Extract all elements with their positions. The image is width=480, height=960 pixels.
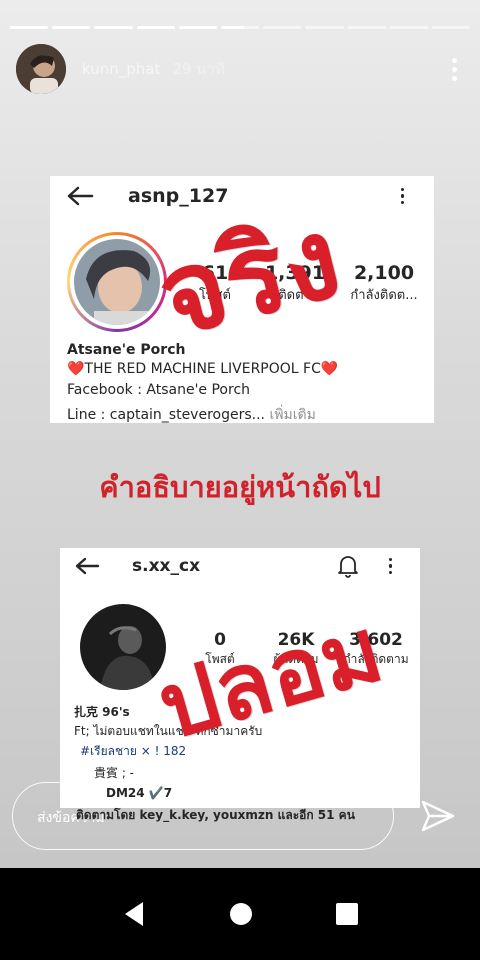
stat-following: 2,100 กำลังติดต... [350,262,418,303]
story-viewer[interactable]: kunn_phat 29 นาที asnp_127 61 โพสต์ 1,39… [0,0,480,868]
progress-segment [263,26,302,29]
story-progress-bar [10,26,471,29]
progress-segment [178,26,217,29]
more-options-icon[interactable] [444,57,464,81]
story-username[interactable]: kunn_phat [82,60,160,78]
profile-name: 扎克 96's [74,705,130,719]
more-options-icon [400,187,404,205]
progress-segment [94,26,133,29]
progress-segment [10,26,49,29]
profile-bio-line: Line : captain_steverogers... เพิ่มเติม [67,404,316,426]
back-icon[interactable] [121,900,147,928]
profile-bio-text: Line : captain_steverogers... [67,407,265,423]
followed-by-text: ติดตามโดย key_k.key, youxmzn และอีก 51 ค… [76,808,355,822]
progress-segment [305,26,344,29]
send-icon[interactable] [420,798,456,834]
profile-bio-line: Facebook : Atsane'e Porch [67,382,251,398]
back-arrow-icon [75,557,100,575]
back-arrow-icon [67,186,94,206]
profile-bio-line: #เรียลชาย × ! 182 [80,744,187,758]
system-nav-bar [0,868,480,960]
bell-icon [337,556,358,578]
story-header: kunn_phat 29 นาที [16,42,464,96]
progress-segment [389,26,428,29]
progress-segment [52,26,91,29]
recents-icon[interactable] [335,902,359,926]
progress-segment [431,26,471,29]
story-caption: คำอธิบายอยู่หน้าถัดไป [99,470,381,504]
profile-bio-line: 貴賓 ; - [94,766,135,780]
story-avatar[interactable] [16,44,66,94]
more-options-icon [388,557,392,575]
progress-segment [347,26,386,29]
home-icon[interactable] [229,902,253,926]
more-link: เพิ่มเติม [269,407,316,423]
profile-name: Atsane'e Porch [67,342,186,358]
progress-segment-current [220,26,260,29]
profile-username: s.xx_cx [132,556,201,576]
progress-segment [136,26,175,29]
story-timestamp: 29 นาที [172,60,225,78]
